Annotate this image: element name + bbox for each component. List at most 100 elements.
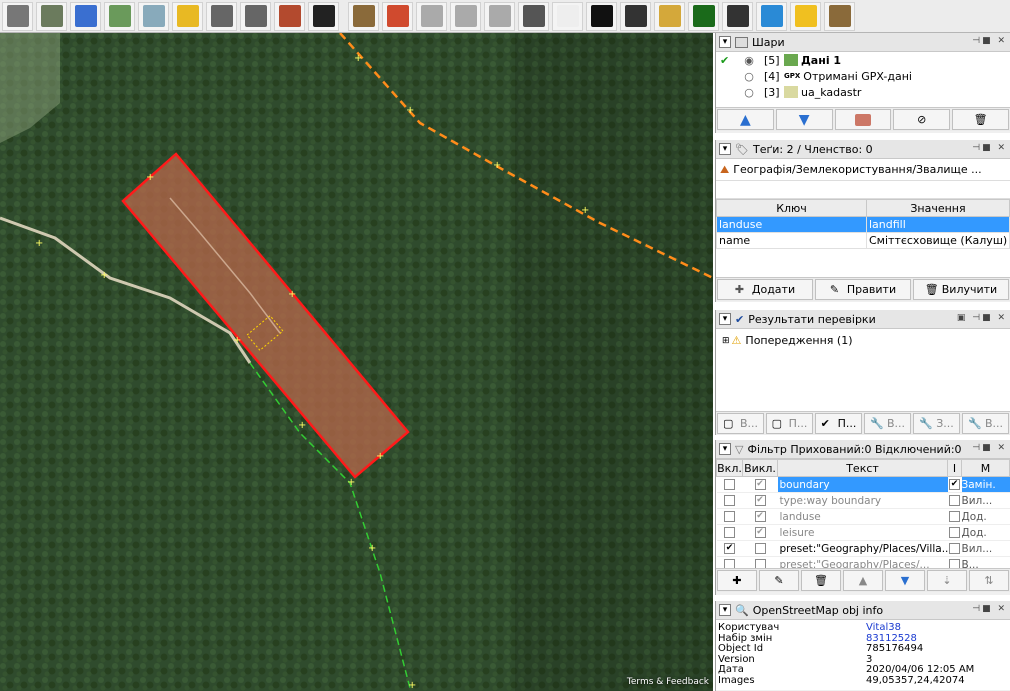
filter-text[interactable]: preset:"Geography/Places/Villa... xyxy=(777,540,948,557)
edit-filter-button[interactable]: ✎ xyxy=(759,570,799,591)
filter-enabled-checkbox[interactable] xyxy=(716,492,743,509)
panel-controls[interactable]: ⊣■ ✕ xyxy=(972,604,1007,614)
checkbox[interactable] xyxy=(724,479,735,490)
checkbox[interactable]: ✔ xyxy=(754,527,766,538)
filter-text[interactable]: leisure xyxy=(777,524,948,541)
road-white-button[interactable] xyxy=(552,1,583,31)
house2-button[interactable] xyxy=(450,1,481,31)
filter-mode[interactable]: Замін. xyxy=(961,476,1010,493)
panel-controls[interactable]: ▣ ⊣■ ✕ xyxy=(957,313,1007,323)
wall-button[interactable] xyxy=(274,1,305,31)
validation-button-3[interactable]: 🔧 В... xyxy=(864,413,911,434)
filter-invert-checkbox[interactable] xyxy=(947,556,962,568)
filter-enabled-checkbox[interactable] xyxy=(716,524,743,541)
warnings-node[interactable]: ⊞ ⚠ Попередження (1) xyxy=(716,329,1010,347)
col-disabled[interactable]: Викл. xyxy=(742,459,778,477)
checkbox[interactable] xyxy=(754,543,766,554)
layer-row[interactable]: ○ [4] GPX Отримані GPX-дані xyxy=(716,68,1010,84)
filter-text[interactable]: boundary xyxy=(777,476,948,493)
validation-button-5[interactable]: 🔧 В... xyxy=(962,413,1009,434)
refresh-button[interactable] xyxy=(70,1,101,31)
toggle-visibility-button[interactable]: ⊘ xyxy=(893,109,951,130)
col-text[interactable]: Текст xyxy=(777,459,948,477)
checkbox[interactable] xyxy=(724,511,735,522)
filter-text[interactable]: landuse xyxy=(777,508,948,525)
move-filter-down-button[interactable]: ▼ xyxy=(885,570,925,591)
filter-mode[interactable]: В... xyxy=(961,556,1010,568)
collapse-toggle[interactable]: ▾ xyxy=(719,443,731,455)
panel-controls[interactable]: ⊣■ ✕ xyxy=(972,443,1007,453)
yellow-ring-button[interactable] xyxy=(790,1,821,31)
validation-button-1[interactable]: ▢ П... xyxy=(766,413,813,434)
factory-button[interactable] xyxy=(348,1,379,31)
filter-invert-checkbox[interactable] xyxy=(947,508,962,525)
move-up-button[interactable]: ▲ xyxy=(717,109,774,130)
checkbox[interactable] xyxy=(949,559,960,568)
bridge-button[interactable] xyxy=(722,1,753,31)
col-key[interactable]: Ключ xyxy=(716,199,867,217)
mapnik-button[interactable] xyxy=(2,1,33,31)
road-lines-button[interactable] xyxy=(484,1,515,31)
filter-disabled-checkbox[interactable]: ✔ xyxy=(742,508,778,525)
panel-controls[interactable]: ⊣■ ✕ xyxy=(972,143,1007,153)
tag-row[interactable]: name Сміттєсховище (Калуш) xyxy=(716,232,1010,249)
map-terms-link[interactable]: Terms & Feedback xyxy=(627,677,709,687)
religion-button[interactable] xyxy=(620,1,651,31)
objinfo-value[interactable]: 785176494 xyxy=(866,643,1010,655)
car-button[interactable] xyxy=(308,1,339,31)
add-tag-button[interactable]: ✚ Додати xyxy=(717,279,813,300)
panel-controls[interactable]: ⊣■ ✕ xyxy=(972,36,1007,46)
tag-value[interactable]: Сміттєсховище (Калуш) xyxy=(866,232,1010,249)
map-view[interactable]: + + + + + + + + + + + + + + Terms & Feedback xyxy=(0,33,713,691)
delete-filter-button[interactable]: 🗑 xyxy=(801,570,841,591)
tree-color-button[interactable] xyxy=(382,1,413,31)
road-yellow-button[interactable] xyxy=(172,1,203,31)
move-filter-up-button[interactable]: ▲ xyxy=(843,570,883,591)
col-value[interactable]: Значення xyxy=(866,199,1010,217)
checkbox[interactable]: ✔ xyxy=(754,479,766,490)
tag-key[interactable]: landuse xyxy=(716,216,867,233)
filter-invert-checkbox[interactable] xyxy=(947,540,962,557)
road-point-button[interactable] xyxy=(240,1,271,31)
forest-button[interactable] xyxy=(688,1,719,31)
collapse-toggle[interactable]: ▾ xyxy=(719,313,731,325)
collapse-toggle[interactable]: ▾ xyxy=(719,143,731,155)
road-grey-button[interactable] xyxy=(206,1,237,31)
checkbox[interactable]: ✔ xyxy=(754,495,766,506)
checkbox[interactable]: ✔ xyxy=(754,511,766,522)
filter-disabled-checkbox[interactable] xyxy=(742,540,778,557)
visibility-eye-icon[interactable]: ○ xyxy=(734,86,764,99)
validation-button-4[interactable]: 🔧 З... xyxy=(913,413,960,434)
filter-invert-checkbox[interactable]: ✔ xyxy=(947,476,962,493)
factory2-button[interactable] xyxy=(824,1,855,31)
objinfo-value[interactable]: Vital38 xyxy=(866,622,1010,634)
checkbox[interactable] xyxy=(754,559,766,568)
filter-row[interactable]: ✔ preset:"Geography/Places/Villa... Вил... xyxy=(716,540,1010,557)
wheat-button[interactable] xyxy=(654,1,685,31)
validation-button-0[interactable]: ▢ В... xyxy=(717,413,764,434)
filter-mode[interactable]: Дод. xyxy=(961,524,1010,541)
checkbox[interactable] xyxy=(724,527,735,538)
gps-trace-button[interactable] xyxy=(36,1,67,31)
checkbox[interactable] xyxy=(949,511,960,522)
filter-enabled-checkbox[interactable] xyxy=(716,556,743,568)
checkbox[interactable]: ✔ xyxy=(949,479,960,490)
reverse-filter-button[interactable]: ⇅ xyxy=(969,570,1009,591)
layer-row[interactable]: ✔ ◉ [5] Дані 1 xyxy=(716,52,1010,68)
filter-mode[interactable]: Вил... xyxy=(961,540,1010,557)
move-down-button[interactable]: ▼ xyxy=(775,109,833,130)
checkbox[interactable] xyxy=(949,495,960,506)
filter-mode[interactable]: Вил... xyxy=(961,492,1010,509)
filter-disabled-checkbox[interactable] xyxy=(742,556,778,568)
filter-text[interactable]: preset:"Geography/Places/... xyxy=(777,556,948,568)
house-button[interactable] xyxy=(416,1,447,31)
filter-row[interactable]: ✔ leisure Дод. xyxy=(716,524,1010,541)
edit-tag-button[interactable]: ✎ Правити xyxy=(815,279,911,300)
water-button[interactable] xyxy=(756,1,787,31)
filter-enabled-checkbox[interactable] xyxy=(716,476,743,493)
checkbox[interactable]: ✔ xyxy=(724,543,735,554)
filter-enabled-checkbox[interactable] xyxy=(716,508,743,525)
sort-filter-button[interactable]: ⇣ xyxy=(927,570,967,591)
filter-invert-checkbox[interactable] xyxy=(947,524,962,541)
delete-tag-button[interactable]: 🗑 Вилучити xyxy=(913,279,1009,300)
